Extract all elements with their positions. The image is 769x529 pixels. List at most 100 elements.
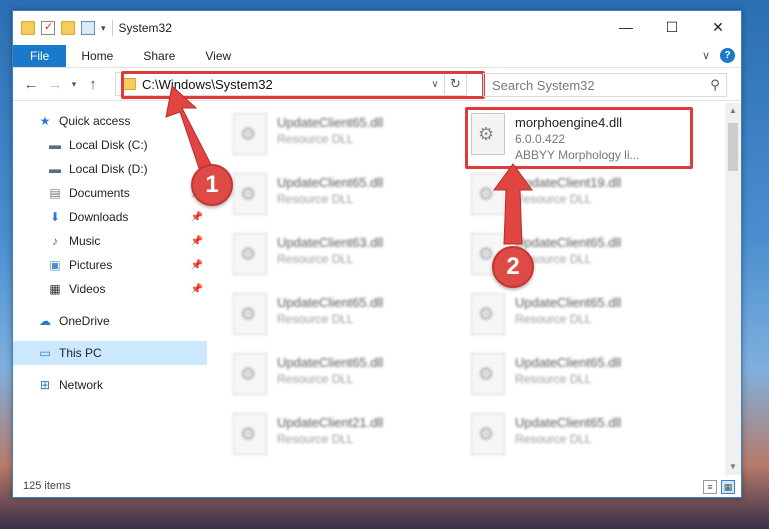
pin-icon: 📌: [190, 259, 203, 271]
minimize-button[interactable]: —: [603, 11, 649, 43]
quick-access-dropdown-icon[interactable]: ▾: [101, 23, 106, 34]
status-bar: 125 items ≡ ▦: [13, 475, 741, 497]
file-name: UpdateClient65.dll: [515, 415, 622, 430]
sidebar-item-music[interactable]: ♪ Music 📌: [13, 229, 207, 253]
drive-icon: ▬: [49, 138, 61, 152]
file-tile[interactable]: UpdateClient21.dll Resource DLL: [219, 409, 439, 465]
download-icon: ⬇: [49, 210, 61, 224]
vertical-scrollbar[interactable]: ▲ ▼: [725, 103, 741, 475]
sidebar-item-label: Network: [59, 378, 104, 392]
help-icon[interactable]: ?: [720, 48, 735, 63]
close-button[interactable]: ✕: [695, 11, 741, 43]
file-tile[interactable]: UpdateClient65.dllResource DLL: [219, 349, 439, 405]
sidebar-item-label: Quick access: [59, 114, 131, 128]
file-type: Resource DLL: [277, 192, 354, 206]
sidebar-item-label: OneDrive: [59, 314, 110, 328]
pin-icon: 📌: [190, 235, 203, 247]
file-name: UpdateClient65.dll: [277, 175, 384, 190]
sidebar-item-label: Videos: [69, 282, 106, 296]
title-bar: ▾ System32 — ☐ ✕: [13, 11, 741, 45]
network-icon: ⊞: [39, 378, 51, 392]
sidebar-item-label: Local Disk (D:): [69, 162, 148, 176]
videos-icon: ▦: [49, 282, 61, 296]
file-tile[interactable]: UpdateClient65.dllResource DLL: [457, 409, 677, 465]
address-dropdown-icon[interactable]: ∨: [426, 79, 444, 90]
file-name: morphoengine4.dll: [515, 115, 622, 130]
sidebar-item-label: Music: [69, 234, 101, 248]
sidebar-item-local-disk-c[interactable]: ▬ Local Disk (C:): [13, 133, 207, 157]
details-view-icon[interactable]: ≡: [703, 480, 717, 494]
file-type: Resource DLL: [277, 312, 354, 326]
file-tile[interactable]: UpdateClient65.dll Resource DLL: [219, 169, 439, 225]
file-version: 6.0.0.422: [515, 132, 566, 146]
pin-icon: 📌: [190, 211, 203, 223]
file-list: UpdateClient65.dll Resource DLL UpdateCli…: [207, 103, 741, 475]
folder-icon: [122, 78, 136, 90]
pictures-icon: ▣: [49, 258, 61, 272]
customize-toolbar-icon[interactable]: [81, 21, 95, 35]
dll-file-icon: [233, 353, 267, 395]
forward-button[interactable]: →: [43, 72, 67, 96]
dll-file-icon: [471, 293, 505, 335]
sidebar-item-onedrive[interactable]: ☁ OneDrive: [13, 309, 207, 333]
scrollbar-thumb[interactable]: [728, 123, 738, 171]
file-tile-morphoengine4[interactable]: morphoengine4.dll 6.0.0.422 ABBYY Morpho…: [457, 109, 689, 171]
scroll-down-icon[interactable]: ▼: [725, 459, 741, 475]
drive-icon: ▬: [49, 162, 61, 176]
quick-access-toolbar: ▾: [21, 20, 106, 35]
sidebar-item-pictures[interactable]: ▣ Pictures 📌: [13, 253, 207, 277]
music-icon: ♪: [52, 234, 58, 248]
file-tile[interactable]: UpdateClient19.dll Resource DLL: [457, 169, 677, 225]
recent-locations-button[interactable]: ▾: [67, 72, 81, 96]
file-tile[interactable]: UpdateClient65.dllResource DLL: [219, 289, 439, 345]
star-icon: ★: [39, 114, 51, 128]
tab-view[interactable]: View: [190, 45, 246, 67]
refresh-button[interactable]: ↻: [444, 73, 466, 95]
sidebar-item-network[interactable]: ⊞ Network: [13, 373, 207, 397]
file-tile[interactable]: UpdateClient65.dllResource DLL: [457, 349, 677, 405]
up-button[interactable]: ↑: [81, 72, 105, 96]
address-bar[interactable]: C:\Windows\System32 ∨ ↻: [115, 72, 467, 96]
dll-file-icon: [233, 173, 267, 215]
sidebar-item-label: This PC: [59, 346, 102, 360]
tab-file[interactable]: File: [13, 45, 67, 67]
sidebar-item-local-disk-d[interactable]: ▬ Local Disk (D:): [13, 157, 207, 181]
sidebar-item-quick-access[interactable]: ★ Quick access: [13, 109, 207, 133]
search-icon[interactable]: ⚲: [704, 77, 726, 93]
file-tile[interactable]: UpdateClient65.dllResource DLL: [219, 109, 439, 165]
window-title: System32: [118, 21, 172, 35]
file-name: UpdateClient19.dll: [515, 175, 622, 190]
properties-check-icon[interactable]: [41, 20, 55, 35]
dll-file-icon: [471, 113, 505, 155]
file-type: Resource DLL: [277, 372, 354, 386]
expand-ribbon-icon[interactable]: ∨: [702, 49, 710, 62]
tab-share[interactable]: Share: [128, 45, 190, 67]
ribbon-tabs: File Home Share View ∨ ?: [13, 45, 741, 67]
file-type: Resource DLL: [515, 312, 592, 326]
address-path[interactable]: C:\Windows\System32: [142, 77, 426, 92]
sidebar-item-documents[interactable]: ▤ Documents 📌: [13, 181, 207, 205]
file-tile[interactable]: UpdateClient65.dllResource DLL: [457, 229, 677, 285]
step-1-badge: 1: [191, 164, 233, 206]
step-2-badge: 2: [492, 246, 534, 288]
tab-home[interactable]: Home: [66, 45, 128, 67]
tiles-view-icon[interactable]: ▦: [721, 480, 735, 494]
title-separator: [111, 20, 113, 36]
scroll-up-icon[interactable]: ▲: [725, 103, 741, 119]
file-name: UpdateClient65.dll: [515, 355, 622, 370]
sidebar-item-this-pc[interactable]: ▭ This PC: [13, 341, 207, 365]
sidebar-item-downloads[interactable]: ⬇ Downloads 📌: [13, 205, 207, 229]
sidebar-item-label: Local Disk (C:): [69, 138, 148, 152]
search-box[interactable]: Search System32 ⚲: [483, 73, 727, 97]
file-tile[interactable]: UpdateClient65.dllResource DLL: [457, 289, 677, 345]
maximize-button[interactable]: ☐: [649, 11, 695, 43]
file-tile[interactable]: UpdateClient63.dll Resource DLL: [219, 229, 439, 285]
new-folder-icon[interactable]: [61, 21, 75, 35]
sidebar-item-videos[interactable]: ▦ Videos 📌: [13, 277, 207, 301]
sidebar-item-label: Downloads: [69, 210, 129, 224]
search-input[interactable]: Search System32: [492, 78, 704, 93]
dll-file-icon: [233, 233, 267, 275]
back-button[interactable]: ←: [19, 72, 43, 96]
dll-file-icon: [471, 413, 505, 455]
sidebar-item-label: Documents: [69, 186, 130, 200]
